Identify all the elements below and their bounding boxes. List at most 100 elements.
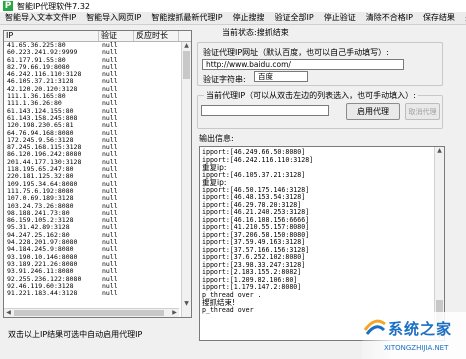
menu-save-results[interactable]: 保存结果 bbox=[418, 12, 460, 24]
table-row[interactable]: 86.120.196.242:8080 null bbox=[4, 151, 191, 158]
table-row[interactable]: 61.177.91.55:80 null bbox=[4, 57, 191, 64]
row-response-time bbox=[134, 181, 179, 188]
table-row[interactable]: 86.159.105.2:3128 null bbox=[4, 217, 191, 224]
output-line: p_thread over . bbox=[202, 290, 262, 299]
column-header-ip[interactable]: IP bbox=[4, 31, 99, 41]
row-ip: 94.228.201.97:8080 bbox=[7, 239, 78, 247]
table-row[interactable]: 87.245.168.115:3128 null bbox=[4, 144, 191, 151]
table-row[interactable]: 60.223.241.92:9999 null bbox=[4, 49, 191, 56]
table-row[interactable]: 172.245.9.56:3128 null bbox=[4, 137, 191, 144]
table-row[interactable]: 42.120.20.120:3128 null bbox=[4, 86, 191, 93]
scroll-right-icon[interactable]: ▶ bbox=[170, 309, 179, 317]
scroll-down-icon[interactable]: ▼ bbox=[182, 300, 191, 308]
menu-stop-verify[interactable]: 停止验证 bbox=[319, 12, 361, 24]
column-header-verify[interactable]: 验证 bbox=[99, 31, 134, 41]
output-line: ipport:[46.242.116.110:3128] bbox=[202, 155, 314, 164]
table-row[interactable]: 103.24.73.26:8080 null bbox=[4, 203, 191, 210]
row-response-time bbox=[134, 224, 179, 231]
footer-hint: 双击以上IP结果可选中自动启用代理IP bbox=[8, 330, 143, 339]
status-text: 当前状态:搜抓结束 bbox=[222, 28, 289, 37]
scroll-left-icon[interactable]: ◀ bbox=[4, 309, 13, 317]
table-row[interactable]: 61.143.124.155:80 null bbox=[4, 108, 191, 115]
table-row[interactable]: 111.1.36.165:80 null bbox=[4, 93, 191, 100]
hscroll-thumb[interactable] bbox=[14, 310, 164, 316]
table-row[interactable]: 94.228.201.97:8080 null bbox=[4, 239, 191, 246]
menu-import-web-ip[interactable]: 智能导入网页IP bbox=[81, 12, 146, 24]
menu-import-text-file[interactable]: 智能导入文本文件IP bbox=[0, 12, 81, 24]
verify-string-input[interactable]: 百度 bbox=[254, 71, 308, 82]
menu-stop-search[interactable]: 停止搜搜 bbox=[228, 12, 270, 24]
row-ip: 172.245.9.56:3128 bbox=[7, 136, 74, 144]
scroll-up-icon[interactable]: ▲ bbox=[182, 42, 191, 50]
table-row[interactable]: 94.247.25.162:80 null bbox=[4, 232, 191, 239]
enable-proxy-button[interactable]: 启用代理 bbox=[346, 103, 400, 120]
row-verify: null bbox=[102, 114, 118, 122]
table-row[interactable]: 82.79.66.19:8080 null bbox=[4, 64, 191, 71]
row-ip: 82.79.66.19:8080 bbox=[7, 63, 70, 71]
row-verify: null bbox=[102, 166, 118, 174]
row-response-time bbox=[134, 188, 179, 195]
table-row[interactable]: 46.242.116.110:3128 null bbox=[4, 71, 191, 78]
row-response-time bbox=[134, 78, 179, 85]
table-row[interactable]: 201.44.177.130:3128 null bbox=[4, 159, 191, 166]
table-row[interactable]: 61.143.158.245:808 null bbox=[4, 115, 191, 122]
menu-clear-invalid[interactable]: 清除不合格IP bbox=[361, 12, 418, 24]
menu-search-latest-proxy[interactable]: 智能搜抓最新代理IP bbox=[146, 12, 227, 24]
row-response-time bbox=[134, 130, 179, 137]
table-row[interactable]: 93.190.10.146:8080 null bbox=[4, 254, 191, 261]
table-row[interactable]: 91.221.183.44:3128 null bbox=[4, 290, 191, 297]
table-row[interactable]: 220.181.125.32:80 null bbox=[4, 173, 191, 180]
row-verify: null bbox=[102, 151, 118, 159]
proxy-list[interactable]: IP 验证 反应时长 41.65.36.225:80 null 60.223.241… bbox=[3, 30, 192, 318]
row-ip: 46.105.37.21:3128 bbox=[7, 78, 74, 86]
row-response-time bbox=[134, 166, 179, 173]
table-row[interactable]: 111.1.36.26:80 null bbox=[4, 100, 191, 107]
list-vertical-scrollbar[interactable]: ▲ ▼ bbox=[181, 42, 191, 317]
table-row[interactable]: 120.198.230.65:81 null bbox=[4, 122, 191, 129]
table-row[interactable]: 93.91.246.11:8080 null bbox=[4, 268, 191, 275]
row-response-time bbox=[134, 210, 179, 217]
row-response-time bbox=[134, 108, 179, 115]
row-ip: 93.190.10.146:8080 bbox=[7, 253, 78, 261]
row-ip: 93.91.246.11:8080 bbox=[7, 268, 74, 276]
output-scroll-up-icon[interactable]: ▲ bbox=[435, 147, 444, 155]
table-row[interactable]: 118.195.65.247:80 null bbox=[4, 166, 191, 173]
menu-verify-all[interactable]: 验证全部IP bbox=[270, 12, 319, 24]
row-ip: 64.76.94.168:8080 bbox=[7, 129, 74, 137]
menu-about[interactable]: 关于 bbox=[460, 12, 466, 24]
table-row[interactable]: 107.0.69.189:3128 null bbox=[4, 195, 191, 202]
row-ip: 94.247.25.162:80 bbox=[7, 231, 70, 239]
app-icon: P bbox=[3, 1, 13, 11]
row-verify: null bbox=[102, 42, 118, 49]
table-row[interactable]: 92.46.119.60:3128 null bbox=[4, 283, 191, 290]
table-row[interactable]: 41.65.36.225:80 null bbox=[4, 42, 191, 49]
table-row[interactable]: 111.75.6.192:8080 null bbox=[4, 188, 191, 195]
table-row[interactable]: 93.189.221.26:8080 null bbox=[4, 261, 191, 268]
table-row[interactable]: 92.255.236.122:8080 null bbox=[4, 276, 191, 283]
current-proxy-input[interactable] bbox=[201, 105, 329, 116]
table-row[interactable]: 46.105.37.21:3128 null bbox=[4, 78, 191, 85]
verify-url-input[interactable]: http://www.baidu.com/ bbox=[202, 59, 404, 70]
list-horizontal-scrollbar[interactable]: ◀ ▶ bbox=[4, 308, 179, 317]
row-ip: 201.44.177.130:3128 bbox=[7, 158, 82, 166]
row-verify: null bbox=[102, 78, 118, 86]
table-row[interactable]: 94.184.245.9:8080 null bbox=[4, 246, 191, 253]
verify-url-legend: 验证代理IP网址（默认百度，也可以自己手动填写）: bbox=[203, 48, 389, 57]
row-response-time bbox=[134, 195, 179, 202]
table-row[interactable]: 95.31.42.89:3128 null bbox=[4, 224, 191, 231]
row-verify: null bbox=[102, 93, 118, 101]
row-ip: 95.31.42.89:3128 bbox=[7, 224, 70, 232]
row-verify: null bbox=[102, 268, 118, 276]
table-row[interactable]: 98.188.241.73:80 null bbox=[4, 210, 191, 217]
row-response-time bbox=[134, 71, 179, 78]
row-verify: null bbox=[102, 260, 118, 268]
cancel-proxy-button[interactable]: 取消代理 bbox=[405, 103, 440, 120]
row-response-time bbox=[134, 290, 179, 297]
table-row[interactable]: 64.76.94.168:8080 null bbox=[4, 130, 191, 137]
row-response-time bbox=[134, 93, 179, 100]
column-header-response-time[interactable]: 反应时长 bbox=[134, 31, 179, 41]
row-response-time bbox=[134, 115, 179, 122]
row-ip: 41.65.36.225:80 bbox=[7, 42, 66, 49]
table-row[interactable]: 109.195.34.64:8080 null bbox=[4, 181, 191, 188]
scroll-thumb[interactable] bbox=[183, 51, 190, 79]
